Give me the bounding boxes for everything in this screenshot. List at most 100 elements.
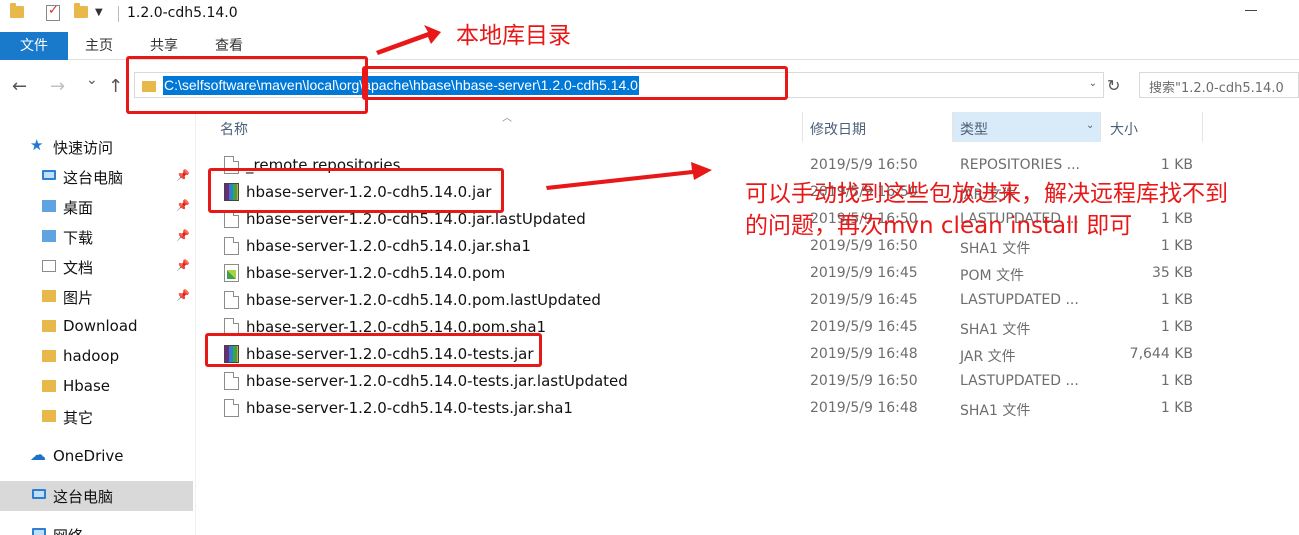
file-date: 2019/5/9 16:50 bbox=[810, 238, 918, 254]
file-type: REPOSITORIES ... bbox=[960, 157, 1081, 173]
back-button[interactable]: ← bbox=[12, 76, 27, 97]
sidebar-item-label: OneDrive bbox=[53, 447, 124, 465]
pictures-folder-icon bbox=[42, 290, 56, 302]
column-divider[interactable] bbox=[1100, 112, 1101, 142]
star-icon: ★ bbox=[30, 136, 44, 154]
pin-icon[interactable]: 📌 bbox=[176, 229, 190, 242]
download-folder-icon bbox=[42, 230, 56, 242]
file-name: hbase-server-1.2.0-cdh5.14.0-tests.jar.l… bbox=[246, 372, 628, 390]
file-date: 2019/5/9 16:45 bbox=[810, 292, 918, 308]
file-name: hbase-server-1.2.0-cdh5.14.0-tests.jar.s… bbox=[246, 399, 573, 417]
folder-icon bbox=[42, 380, 56, 392]
file-icon bbox=[224, 291, 239, 309]
file-date: 2019/5/9 16:48 bbox=[810, 400, 918, 416]
annotation-box-jar bbox=[208, 168, 504, 213]
file-name: hbase-server-1.2.0-cdh5.14.0.pom bbox=[246, 264, 506, 282]
sidebar-item-desktop[interactable]: 桌面 📌 bbox=[0, 192, 193, 222]
tab-home[interactable]: 主页 bbox=[85, 32, 113, 60]
column-type[interactable]: 类型 bbox=[960, 119, 988, 139]
desktop-folder-icon bbox=[42, 200, 56, 212]
pin-icon[interactable]: 📌 bbox=[176, 199, 190, 212]
sidebar-item-label: 图片 bbox=[63, 289, 94, 307]
sidebar-item-pictures[interactable]: 图片 📌 bbox=[0, 282, 193, 312]
sidebar-item-label: 文档 bbox=[63, 259, 94, 277]
pin-icon[interactable]: 📌 bbox=[176, 259, 190, 272]
title-bar: ✓ ▼ 1.2.0-cdh5.14.0 bbox=[0, 0, 1299, 32]
file-row[interactable]: hbase-server-1.2.0-cdh5.14.0-tests.jar.l… bbox=[196, 368, 1299, 395]
up-button[interactable]: ↑ bbox=[108, 76, 123, 97]
refresh-button[interactable]: ↻ bbox=[1107, 76, 1120, 95]
file-icon bbox=[224, 237, 239, 255]
file-row[interactable]: hbase-server-1.2.0-cdh5.14.0.pom.lastUpd… bbox=[196, 287, 1299, 314]
file-date: 2019/5/9 16:50 bbox=[810, 373, 918, 389]
tab-file[interactable]: 文件 bbox=[0, 32, 68, 60]
pom-icon bbox=[224, 264, 239, 282]
sidebar-item-this-pc-pinned[interactable]: 这台电脑 📌 bbox=[0, 162, 193, 192]
file-size: 1 KB bbox=[1160, 373, 1193, 389]
folder-icon bbox=[42, 410, 56, 422]
file-name: hbase-server-1.2.0-cdh5.14.0.pom.lastUpd… bbox=[246, 291, 601, 309]
file-type: LASTUPDATED ... bbox=[960, 292, 1079, 308]
sidebar-item-label: hadoop bbox=[63, 347, 120, 365]
recent-locations-button[interactable]: ⌄ bbox=[86, 72, 98, 88]
column-date[interactable]: 修改日期 bbox=[810, 119, 866, 139]
pc-icon bbox=[32, 489, 46, 499]
file-type: SHA1 文件 bbox=[960, 241, 1031, 257]
file-size: 35 KB bbox=[1151, 265, 1193, 281]
sidebar-item-downloads[interactable]: 下载 📌 bbox=[0, 222, 193, 252]
column-divider[interactable] bbox=[1202, 112, 1203, 142]
file-type: JAR 文件 bbox=[960, 349, 1016, 365]
pin-icon[interactable]: 📌 bbox=[176, 169, 190, 182]
file-type: SHA1 文件 bbox=[960, 322, 1031, 338]
chevron-down-icon[interactable]: ⌄ bbox=[1089, 78, 1097, 89]
sort-arrow-icon: ︿ bbox=[502, 113, 512, 124]
search-input[interactable]: 搜索"1.2.0-cdh5.14.0 bbox=[1139, 72, 1299, 98]
folder-icon bbox=[10, 3, 24, 18]
sidebar-item-hbase[interactable]: Hbase bbox=[0, 372, 193, 402]
column-name[interactable]: 名称 bbox=[220, 119, 248, 139]
file-size: 1 KB bbox=[1160, 292, 1193, 308]
file-size: 1 KB bbox=[1160, 157, 1193, 173]
annotation-note-line1: 可以手动找到这些包放进来，解决远程库找不到 bbox=[745, 181, 1228, 207]
sidebar-item-other[interactable]: 其它 bbox=[0, 402, 193, 432]
sidebar-item-label: 这台电脑 bbox=[53, 488, 114, 506]
divider bbox=[118, 6, 119, 22]
sidebar-item-quick-access[interactable]: ★ 快速访问 bbox=[0, 132, 193, 162]
annotation-note-line2: 的问题，再次mvn clean install 即可 bbox=[745, 213, 1133, 239]
new-folder-icon[interactable] bbox=[74, 3, 88, 18]
forward-button[interactable]: → bbox=[50, 76, 65, 97]
sidebar-item-documents[interactable]: 文档 📌 bbox=[0, 252, 193, 282]
window-title: 1.2.0-cdh5.14.0 bbox=[127, 5, 238, 21]
file-type: LASTUPDATED ... bbox=[960, 373, 1079, 389]
pin-icon[interactable]: 📌 bbox=[176, 289, 190, 302]
sidebar-item-label: 网络 bbox=[53, 525, 83, 535]
file-row[interactable]: hbase-server-1.2.0-cdh5.14.0.pom 2019/5/… bbox=[196, 260, 1299, 287]
file-size: 1 KB bbox=[1160, 211, 1193, 227]
navigation-pane: ★ 快速访问 这台电脑 📌 桌面 📌 下载 📌 文档 📌 图片 📌 Downlo… bbox=[0, 112, 196, 535]
sidebar-item-label: 快速访问 bbox=[53, 139, 114, 157]
column-header: ︿ 名称 修改日期 类型 ⌄ 大小 bbox=[196, 112, 1299, 142]
documents-folder-icon bbox=[42, 260, 56, 272]
file-date: 2019/5/9 16:48 bbox=[810, 346, 918, 362]
folder-icon bbox=[42, 350, 56, 362]
properties-icon[interactable]: ✓ bbox=[46, 3, 60, 21]
customize-toolbar-chevron-icon[interactable]: ▼ bbox=[95, 7, 103, 18]
sidebar-item-onedrive[interactable]: ☁ OneDrive bbox=[0, 442, 193, 472]
minimize-button[interactable] bbox=[1245, 10, 1257, 11]
file-size: 7,644 KB bbox=[1129, 346, 1193, 362]
sidebar-item-label: Download bbox=[63, 317, 138, 335]
file-row[interactable]: hbase-server-1.2.0-cdh5.14.0-tests.jar.s… bbox=[196, 395, 1299, 422]
sidebar-item-label: 这台电脑 bbox=[63, 169, 124, 187]
cloud-icon: ☁ bbox=[30, 445, 46, 464]
column-divider[interactable] bbox=[952, 112, 953, 142]
sidebar-item-network[interactable]: 网络 bbox=[0, 520, 193, 535]
chevron-down-icon[interactable]: ⌄ bbox=[1086, 120, 1094, 131]
sidebar-item-hadoop[interactable]: hadoop bbox=[0, 342, 193, 372]
annotation-local-repo: 本地库目录 bbox=[456, 23, 571, 49]
sidebar-item-download[interactable]: Download bbox=[0, 312, 193, 342]
sidebar-item-this-pc[interactable]: 这台电脑 bbox=[0, 481, 193, 511]
column-divider[interactable] bbox=[802, 112, 803, 142]
file-size: 1 KB bbox=[1160, 400, 1193, 416]
file-name: hbase-server-1.2.0-cdh5.14.0.jar.sha1 bbox=[246, 237, 531, 255]
column-size[interactable]: 大小 bbox=[1110, 119, 1138, 139]
